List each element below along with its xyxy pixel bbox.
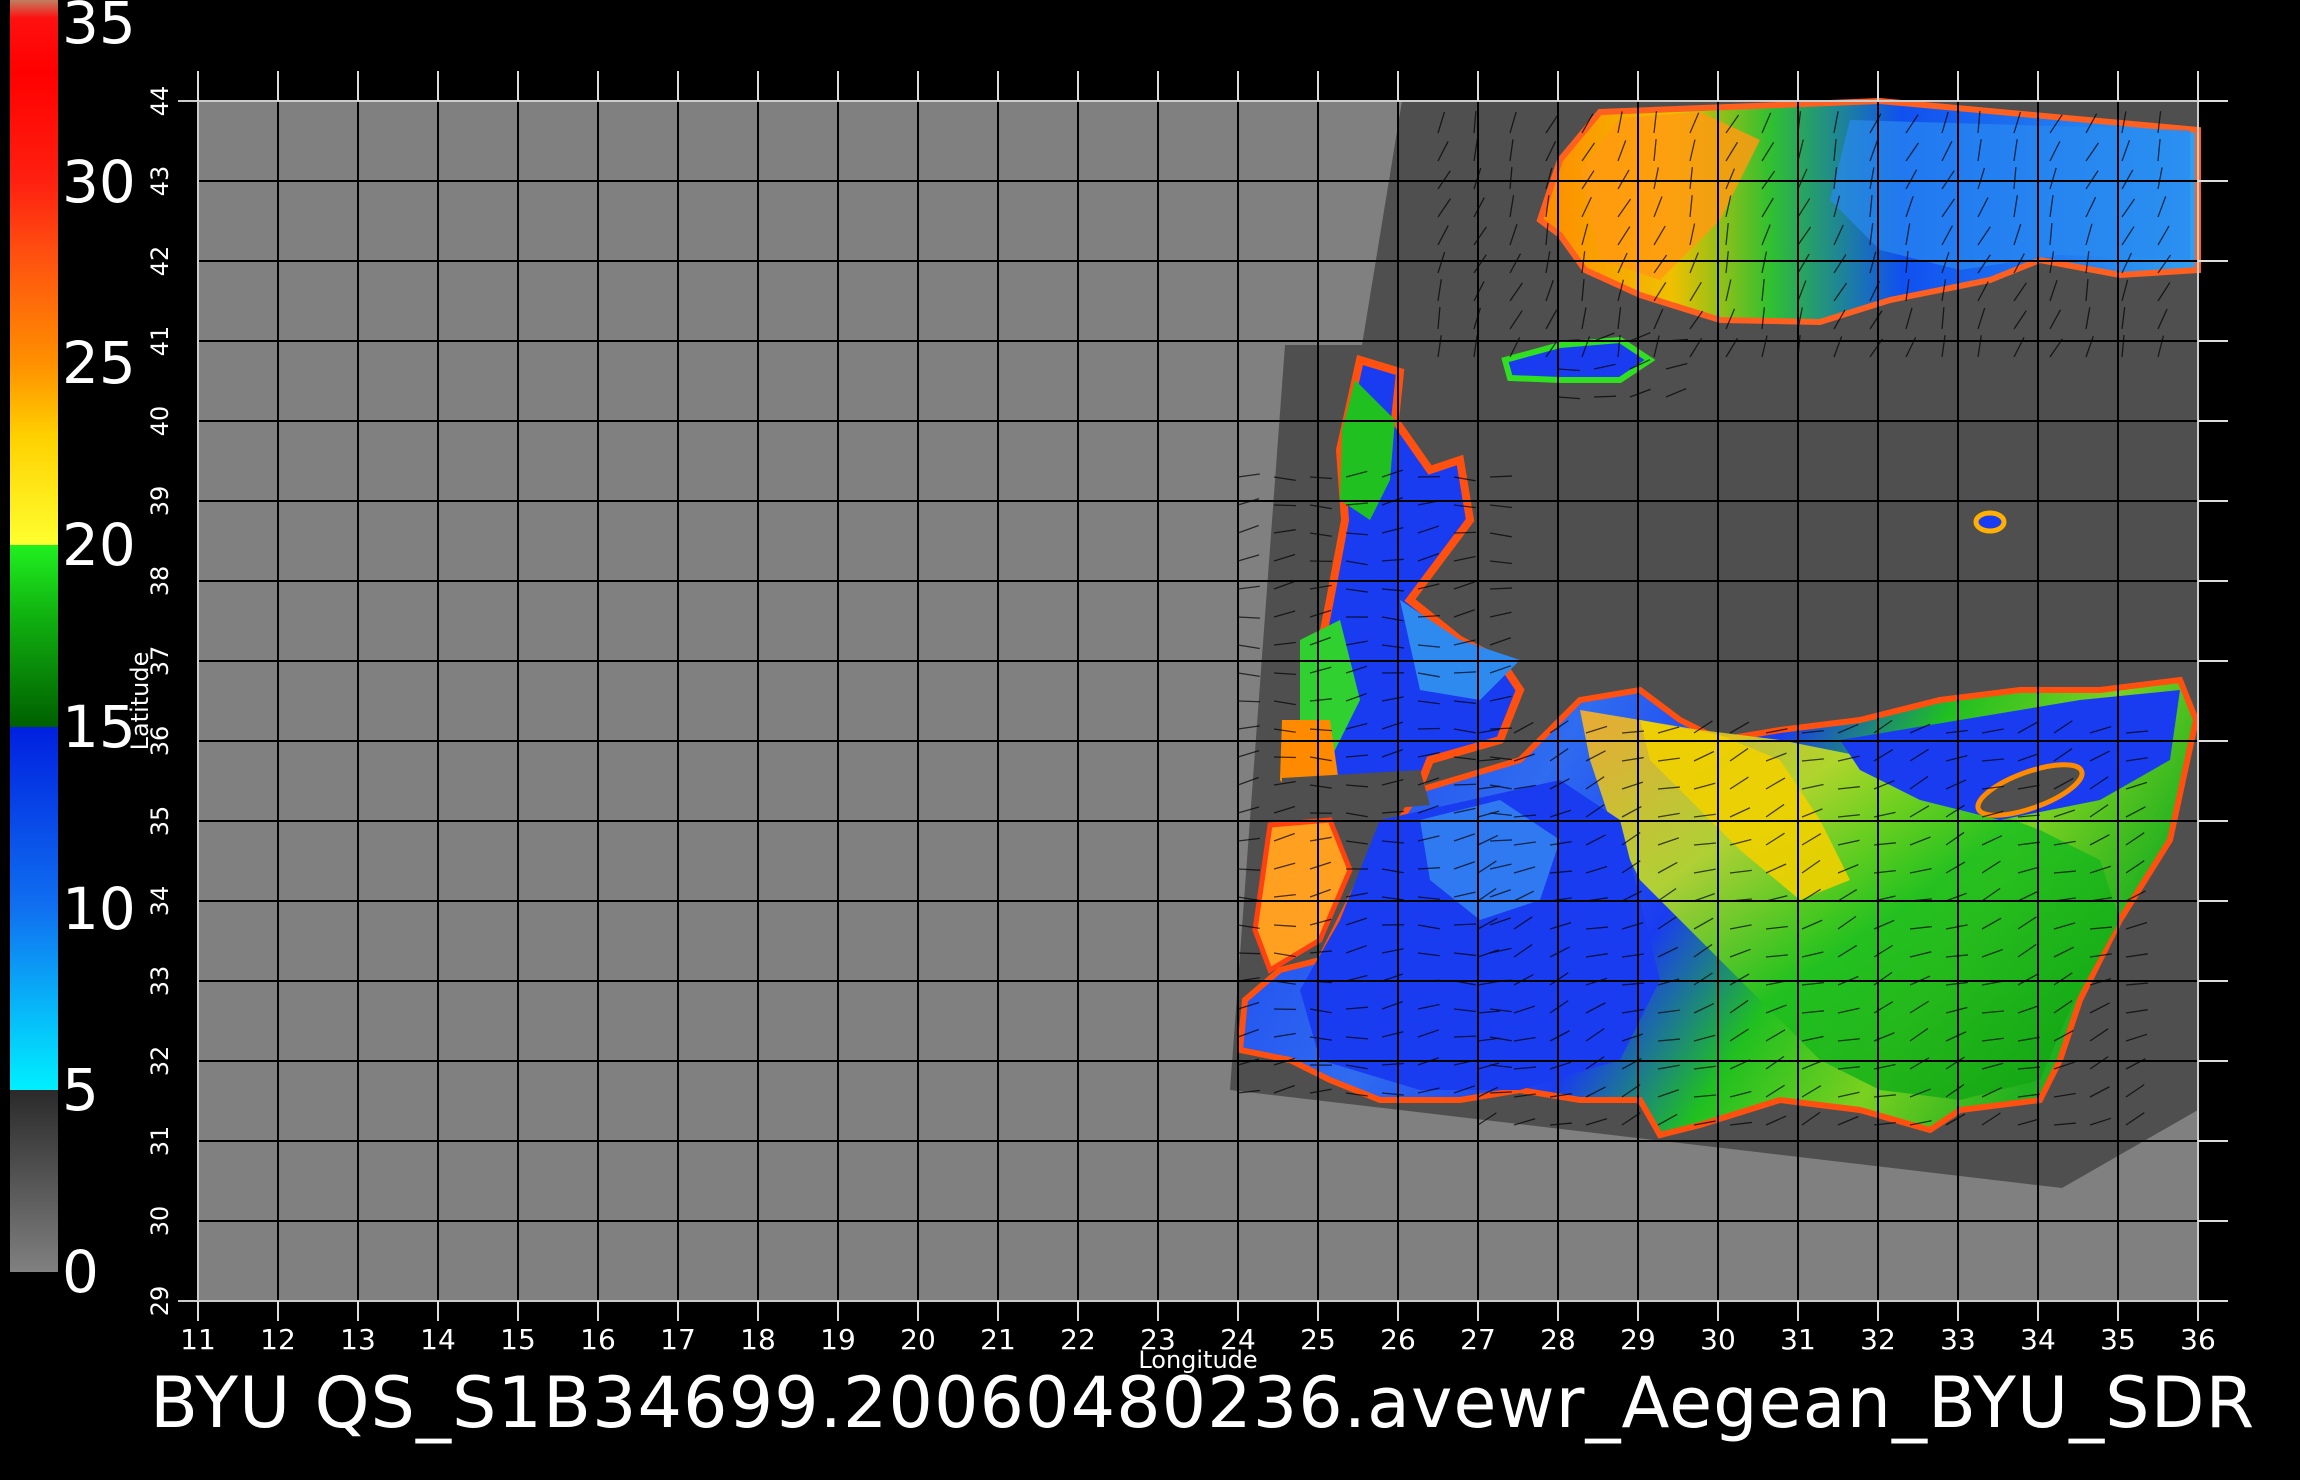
lon-tick-label: 26 xyxy=(1380,1323,1416,1356)
lat-tick-label: 34 xyxy=(146,886,174,917)
lat-tick-label: 42 xyxy=(146,246,174,277)
black-sea-east xyxy=(1830,120,2190,270)
wind-vector xyxy=(1273,504,1297,507)
lon-tick-label: 22 xyxy=(1060,1323,1096,1356)
wind-vector xyxy=(1237,700,1261,703)
lat-tick-label: 38 xyxy=(146,566,174,597)
lon-tick-label: 35 xyxy=(2100,1323,2136,1356)
lon-tick-label: 11 xyxy=(180,1323,216,1356)
lon-tick-label: 19 xyxy=(820,1323,856,1356)
lat-tick-label: 33 xyxy=(146,966,174,997)
lon-tick-label: 14 xyxy=(420,1323,456,1356)
lon-tick-label: 30 xyxy=(1700,1323,1736,1356)
lon-tick-label: 27 xyxy=(1460,1323,1496,1356)
lat-tick-label: 44 xyxy=(146,86,174,117)
lon-tick-label: 12 xyxy=(260,1323,296,1356)
lat-tick-label: 30 xyxy=(146,1206,174,1237)
lat-tick-label: 32 xyxy=(146,1046,174,1077)
lon-tick-label: 17 xyxy=(660,1323,696,1356)
lon-tick-label: 31 xyxy=(1780,1323,1816,1356)
lon-tick-label: 20 xyxy=(900,1323,936,1356)
wind-vector xyxy=(1273,756,1297,759)
wind-vector xyxy=(1593,395,1617,398)
wind-vector xyxy=(1237,952,1261,955)
lon-tick-label: 15 xyxy=(500,1323,536,1356)
wind-vector xyxy=(1489,727,1513,730)
lat-tick-label: 41 xyxy=(146,326,174,357)
lat-tick-label: 35 xyxy=(146,806,174,837)
wind-speed-map: 11 12 13 14 15 16 17 18 19 20 21 22 23 24 25 26 27 28 29 30… xyxy=(126,71,2228,1374)
lon-tick-label: 33 xyxy=(1940,1323,1976,1356)
wind-vector xyxy=(1453,1035,1477,1038)
footer-title: BYU QS_S1B34699.20060480236.avewr_Aegean… xyxy=(150,1362,2256,1444)
lat-tick-label: 39 xyxy=(146,486,174,517)
lon-tick-label: 32 xyxy=(1860,1323,1896,1356)
lon-tick-label: 36 xyxy=(2180,1323,2216,1356)
lake-tuz xyxy=(1973,510,2007,534)
lat-tick-label: 40 xyxy=(146,406,174,437)
wind-vector xyxy=(1453,531,1477,534)
lon-tick-label: 34 xyxy=(2020,1323,2056,1356)
wind-vector xyxy=(1417,979,1441,982)
lon-tick-label: 16 xyxy=(580,1323,616,1356)
wind-vector xyxy=(1489,979,1513,982)
lat-tick-label: 43 xyxy=(146,166,174,197)
lat-tick-label: 31 xyxy=(146,1126,174,1157)
lon-tick-label: 13 xyxy=(340,1323,376,1356)
y-axis-label: Latitude xyxy=(126,652,154,751)
lon-tick-label: 28 xyxy=(1540,1323,1576,1356)
lon-tick-label: 25 xyxy=(1300,1323,1336,1356)
lat-tick-label: 29 xyxy=(146,1286,174,1317)
wind-vector xyxy=(1453,783,1477,786)
lon-tick-label: 29 xyxy=(1620,1323,1656,1356)
lon-tick-label: 21 xyxy=(980,1323,1016,1356)
lon-tick-label: 18 xyxy=(740,1323,776,1356)
